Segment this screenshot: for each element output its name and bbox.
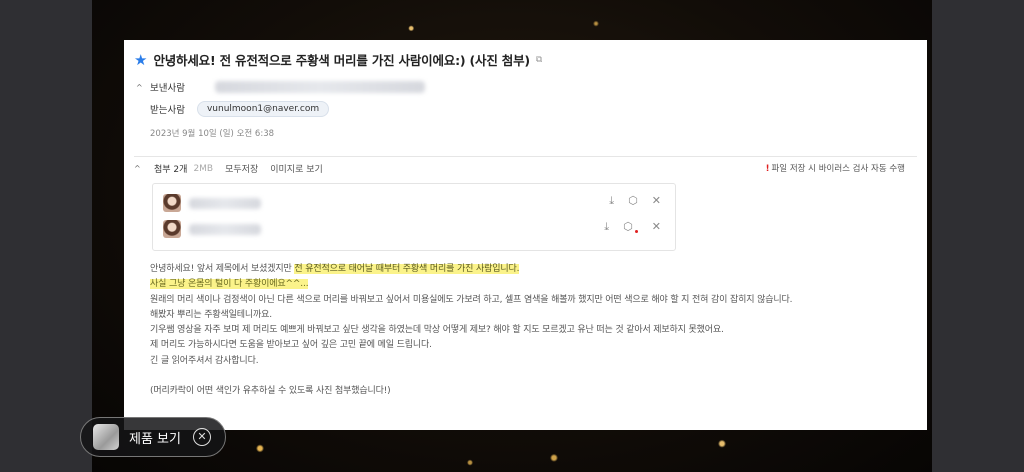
letterbox-right bbox=[932, 0, 1024, 472]
body-highlight: 사실 그냥 온몸의 털이 다 주황이에요^^... bbox=[150, 279, 309, 290]
attachment-list: ⤓ ⬡ ✕ ⤓ ⬡ ✕ bbox=[152, 183, 676, 251]
letterbox-left bbox=[0, 0, 92, 472]
email-subject-row: ★ 안녕하세요! 전 유전적으로 주황색 머리를 가진 사람이에요:) (사진 … bbox=[134, 50, 542, 69]
body-text: 기우쌤 영상을 자주 보며 제 머리도 예쁘게 바꿔보고 싶단 생각을 하였는데… bbox=[150, 325, 724, 336]
attachment-item[interactable] bbox=[163, 220, 261, 238]
scan-icon[interactable]: ⬡ bbox=[623, 220, 633, 234]
body-text: 제 머리도 가능하시다면 도움을 받아보고 싶어 깊은 고민 끝에 메일 드립니… bbox=[150, 340, 432, 351]
attachment-name-redacted bbox=[189, 223, 261, 235]
star-icon[interactable]: ★ bbox=[134, 52, 147, 68]
date-row: 2023년 9월 10일 (일) 오전 6:38 bbox=[150, 127, 274, 139]
close-icon[interactable]: ✕ bbox=[652, 194, 661, 208]
to-label: 받는사람 bbox=[150, 105, 185, 116]
attachment-actions: ⤓ ⬡ ✕ bbox=[609, 194, 661, 208]
close-icon[interactable]: ✕ bbox=[192, 428, 211, 446]
collapse-caret-icon[interactable]: ^ bbox=[136, 83, 150, 92]
save-all-link[interactable]: 모두저장 bbox=[225, 162, 258, 175]
body-text: 긴 글 읽어주셔서 감사합니다. bbox=[150, 355, 259, 366]
attachments-caret-icon[interactable]: ^ bbox=[134, 164, 148, 173]
from-label: 보낸사람 bbox=[150, 83, 185, 94]
divider bbox=[134, 156, 917, 157]
product-view-button[interactable]: 제품 보기 ✕ bbox=[80, 417, 226, 457]
email-subject: 안녕하세요! 전 유전적으로 주황색 머리를 가진 사람이에요:) (사진 첨부… bbox=[153, 53, 530, 68]
external-link-icon[interactable]: ⧉ bbox=[536, 55, 542, 65]
body-text: 원래의 머리 색이나 검정색이 아닌 다른 색으로 머리를 바꿔보고 싶어서 미… bbox=[150, 294, 793, 305]
body-line: 제 머리도 가능하시다면 도움을 받아보고 싶어 깊은 고민 끝에 메일 드립니… bbox=[150, 338, 792, 353]
product-thumbnail bbox=[93, 424, 119, 450]
sender-redacted bbox=[214, 81, 425, 93]
attachments-size: 2MB bbox=[193, 163, 214, 174]
body-line: 원래의 머리 색이나 검정색이 아닌 다른 색으로 머리를 바꿔보고 싶어서 미… bbox=[150, 293, 792, 308]
body-blank-line bbox=[150, 369, 792, 384]
body-highlight: 전 유전적으로 태어날 때부터 주황색 머리를 가진 사람입니다. bbox=[294, 264, 520, 274]
view-as-image-link[interactable]: 이미지로 보기 bbox=[270, 162, 323, 175]
body-line: (머리카락이 어떤 색인가 유추하실 수 있도록 사진 첨부했습니다!) bbox=[150, 384, 792, 399]
attachment-thumbnail bbox=[163, 194, 181, 212]
attachments-count: 첨부 2개 bbox=[154, 165, 188, 175]
body-line: 긴 글 읽어주셔서 감사합니다. bbox=[150, 354, 792, 369]
email-panel: ★ 안녕하세요! 전 유전적으로 주황색 머리를 가진 사람이에요:) (사진 … bbox=[124, 40, 927, 430]
body-text: 해봤자 뿌리는 주황색일테니까요. bbox=[150, 309, 272, 320]
attachment-name-redacted bbox=[189, 197, 261, 209]
body-line: 기우쌤 영상을 자주 보며 제 머리도 예쁘게 바꿔보고 싶단 생각을 하였는데… bbox=[150, 323, 792, 338]
scan-icon[interactable]: ⬡ bbox=[628, 194, 638, 208]
virus-scan-text: 파일 저장 시 바이러스 검사 자동 수행 bbox=[771, 164, 905, 174]
to-row: 받는사람 vunulmoon1@naver.com bbox=[150, 101, 330, 117]
virus-scan-notice: ! 파일 저장 시 바이러스 검사 자동 수행 bbox=[766, 162, 905, 174]
download-icon[interactable]: ⤓ bbox=[609, 194, 614, 208]
body-line: 해봤자 뿌리는 주황색일테니까요. bbox=[150, 308, 792, 323]
product-view-label: 제품 보기 bbox=[129, 431, 181, 447]
attachment-actions: ⤓ ⬡ ✕ bbox=[604, 220, 661, 234]
body-line: 안녕하세요! 앞서 제목에서 보셨겠지만 전 유전적으로 태어날 때부터 주황색… bbox=[150, 262, 792, 277]
close-icon[interactable]: ✕ bbox=[652, 220, 661, 234]
download-icon[interactable]: ⤓ bbox=[604, 220, 609, 234]
body-text: (머리카락이 어떤 색인가 유추하실 수 있도록 사진 첨부했습니다!) bbox=[150, 386, 391, 397]
attachments-header: ^ 첨부 2개 2MB 모두저장 이미지로 보기 bbox=[134, 162, 323, 176]
from-row: ^ 보낸사람 bbox=[136, 80, 425, 94]
body-line: 사실 그냥 온몸의 털이 다 주황이에요^^... bbox=[150, 277, 792, 292]
email-date: 2023년 9월 10일 (일) 오전 6:38 bbox=[150, 129, 275, 139]
red-dot bbox=[634, 230, 638, 233]
warning-icon: ! bbox=[765, 164, 770, 174]
email-body: 안녕하세요! 앞서 제목에서 보셨겠지만 전 유전적으로 태어날 때부터 주황색… bbox=[150, 262, 792, 399]
body-text: 안녕하세요! 앞서 제목에서 보셨겠지만 bbox=[150, 264, 295, 274]
recipient-chip[interactable]: vunulmoon1@naver.com bbox=[196, 101, 330, 117]
attachment-thumbnail bbox=[163, 220, 181, 238]
attachment-item[interactable] bbox=[163, 194, 261, 212]
